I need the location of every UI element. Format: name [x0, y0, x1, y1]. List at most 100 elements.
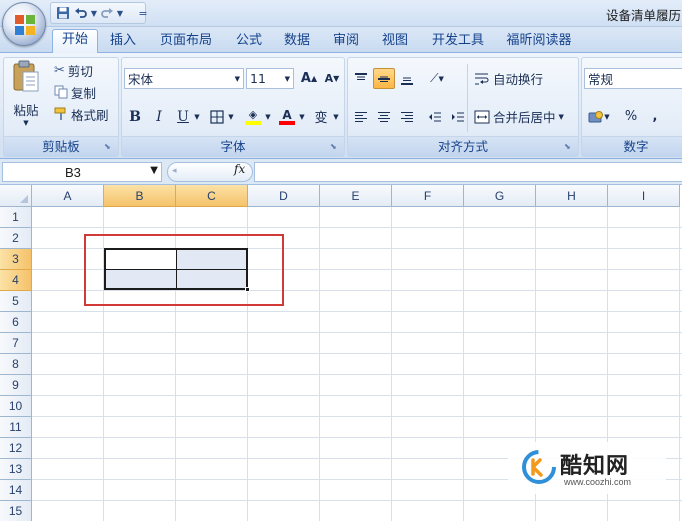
accounting-icon	[588, 110, 604, 122]
row-header-1[interactable]: 1	[0, 207, 32, 228]
name-box[interactable]: B3 ▼	[2, 162, 162, 182]
bold-button[interactable]: B	[124, 106, 146, 127]
tab-review[interactable]: 审阅	[325, 31, 367, 53]
merge-center-label: 合并后居中	[493, 110, 556, 125]
fill-color-swatch	[245, 120, 261, 125]
align-top-icon	[355, 72, 367, 80]
row-header-8[interactable]: 8	[0, 354, 32, 375]
row-header-6[interactable]: 6	[0, 312, 32, 333]
column-header-f[interactable]: F	[392, 185, 464, 207]
align-right-icon	[401, 111, 413, 122]
tab-data[interactable]: 数据	[276, 31, 318, 53]
redo-dropdown-icon[interactable]: ▼	[116, 9, 124, 18]
paste-dropdown-icon: ▼	[23, 119, 29, 127]
undo-dropdown-icon[interactable]: ▼	[90, 9, 98, 18]
align-bottom-button[interactable]	[396, 68, 418, 89]
wrap-text-button[interactable]: 自动换行	[474, 68, 543, 89]
decrease-indent-button[interactable]	[424, 106, 446, 127]
row-header-11[interactable]: 11	[0, 417, 32, 438]
tab-developer[interactable]: 开发工具	[424, 31, 492, 53]
number-format-combo[interactable]: 常规	[584, 68, 682, 89]
align-left-button[interactable]	[350, 106, 372, 127]
column-header-c[interactable]: C	[176, 185, 248, 207]
copy-button[interactable]: 复制	[54, 82, 96, 102]
font-size-dropdown-icon[interactable]: ▼	[285, 75, 293, 83]
row-header-14[interactable]: 14	[0, 480, 32, 501]
underline-dropdown-icon[interactable]: ▼	[192, 106, 202, 127]
tab-formulas[interactable]: 公式	[228, 31, 270, 53]
font-launcher-icon[interactable]: ⬊	[330, 142, 340, 152]
phonetic-dropdown-icon[interactable]: ▼	[331, 106, 341, 127]
fill-color-button[interactable]: ◈	[242, 106, 264, 127]
borders-dropdown-icon[interactable]: ▼	[226, 106, 236, 127]
shrink-font-button[interactable]: A ▼	[321, 68, 343, 89]
format-painter-label: 格式刷	[71, 107, 109, 123]
phonetic-icon: 变	[314, 111, 328, 126]
align-middle-button[interactable]	[373, 68, 395, 89]
undo-icon[interactable]	[72, 4, 90, 22]
copy-label: 复制	[71, 85, 97, 101]
orientation-button[interactable]: ⟋ ▼	[422, 68, 452, 89]
accounting-format-button[interactable]: ▼	[584, 106, 614, 127]
cut-label: 剪切	[67, 63, 93, 79]
format-painter-button[interactable]: 格式刷	[54, 104, 109, 124]
row-header-13[interactable]: 13	[0, 459, 32, 480]
increase-indent-button[interactable]	[447, 106, 469, 127]
save-icon[interactable]	[54, 4, 72, 22]
row-header-3[interactable]: 3	[0, 249, 32, 270]
column-header-e[interactable]: E	[320, 185, 392, 207]
percent-style-button[interactable]: %	[620, 106, 642, 127]
font-size-combo[interactable]: 11 ▼	[246, 68, 294, 89]
align-top-button[interactable]	[350, 68, 372, 89]
align-center-button[interactable]	[373, 106, 395, 127]
row-header-4[interactable]: 4	[0, 270, 32, 291]
tab-foxit-reader[interactable]: 福昕阅读器	[499, 31, 579, 53]
column-header-d[interactable]: D	[248, 185, 320, 207]
italic-button[interactable]: I	[148, 106, 170, 127]
row-header-12[interactable]: 12	[0, 438, 32, 459]
row-header-2[interactable]: 2	[0, 228, 32, 249]
phonetic-button[interactable]: 变	[310, 106, 332, 127]
formula-input[interactable]	[254, 162, 682, 182]
row-header-10[interactable]: 10	[0, 396, 32, 417]
merge-center-button[interactable]: 合并后居中 ▼	[474, 106, 564, 127]
tab-home[interactable]: 开始	[52, 29, 98, 54]
row-header-5[interactable]: 5	[0, 291, 32, 312]
underline-button[interactable]: U	[172, 106, 194, 127]
column-header-b[interactable]: B	[104, 185, 176, 207]
merge-center-dropdown-icon[interactable]: ▼	[559, 113, 564, 121]
clipboard-launcher-icon[interactable]: ⬊	[104, 142, 114, 152]
row-header-15[interactable]: 15	[0, 501, 32, 521]
name-box-dropdown-icon[interactable]: ▼	[150, 165, 158, 176]
column-header-i[interactable]: I	[608, 185, 680, 207]
alignment-group-label: 对齐方式	[348, 136, 578, 156]
column-header-a[interactable]: A	[32, 185, 104, 207]
font-color-dropdown-icon[interactable]: ▼	[297, 106, 307, 127]
window-title: 设备清单履历	[606, 8, 682, 23]
row-header-7[interactable]: 7	[0, 333, 32, 354]
customize-toolbar-icon[interactable]: =	[134, 4, 152, 22]
alignment-launcher-icon[interactable]: ⬊	[564, 142, 574, 152]
cut-button[interactable]: ✂ 剪切	[54, 60, 93, 80]
paste-button[interactable]: 粘贴 ▼	[8, 60, 44, 134]
tab-insert[interactable]: 插入	[102, 31, 144, 53]
tab-view[interactable]: 视图	[374, 31, 416, 53]
column-header-h[interactable]: H	[536, 185, 608, 207]
fill-color-dropdown-icon[interactable]: ▼	[263, 106, 273, 127]
office-button[interactable]	[2, 2, 46, 46]
redo-icon[interactable]	[98, 4, 116, 22]
title-bar: ▼ ▼ = 设备清单履历	[0, 0, 682, 27]
font-name-dropdown-icon[interactable]: ▼	[235, 75, 243, 83]
row-header-9[interactable]: 9	[0, 375, 32, 396]
tab-page-layout[interactable]: 页面布局	[152, 31, 220, 53]
comma-style-button[interactable]: ,	[644, 106, 666, 127]
font-color-button[interactable]: A	[276, 106, 298, 127]
font-name-combo[interactable]: 宋体 ▼	[124, 68, 244, 89]
wrap-text-label: 自动换行	[493, 72, 544, 87]
align-right-button[interactable]	[396, 106, 418, 127]
grow-font-button[interactable]: A ▲	[298, 68, 320, 89]
column-header-g[interactable]: G	[464, 185, 536, 207]
borders-button[interactable]	[206, 106, 228, 127]
insert-function-icon[interactable]: fx	[234, 162, 245, 176]
expander-icon: ◂	[172, 166, 177, 176]
